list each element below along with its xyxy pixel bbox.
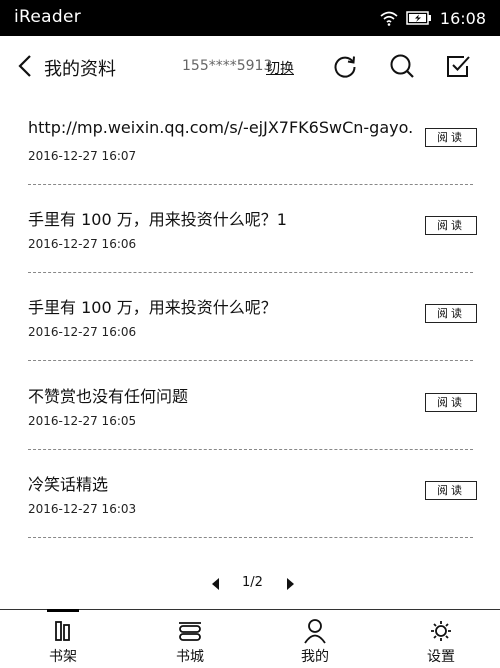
item-title: 不赞赏也没有任何问题: [28, 387, 189, 406]
list-item[interactable]: 手里有 100 万，用来投资什么呢？ 2016-12-27 16:06 阅读: [28, 272, 477, 361]
read-button[interactable]: 阅读: [425, 304, 477, 323]
switch-account-link[interactable]: 切换: [266, 58, 294, 78]
item-date: 2016-12-27 16:06: [28, 237, 137, 251]
refresh-icon[interactable]: [332, 53, 358, 79]
item-title: http://mp.weixin.qq.com/s/-ejJX7FK6SwCn-…: [28, 118, 414, 137]
next-page-icon[interactable]: [284, 577, 296, 591]
battery-icon: [406, 11, 431, 25]
settings-icon: [431, 621, 451, 641]
item-title: 冷笑话精选: [28, 475, 109, 494]
item-date: 2016-12-27 16:06: [28, 325, 137, 339]
tab-settings[interactable]: 设置: [401, 610, 481, 668]
account-number: 155****5913: [182, 58, 273, 74]
tab-bookstore[interactable]: 书城: [150, 610, 230, 668]
prev-page-icon[interactable]: [210, 577, 222, 591]
read-button[interactable]: 阅读: [425, 128, 477, 147]
read-button[interactable]: 阅读: [425, 393, 477, 412]
read-button[interactable]: 阅读: [425, 216, 477, 235]
tab-label: 设置: [427, 649, 455, 665]
list-item[interactable]: 冷笑话精选 2016-12-27 16:03 阅读: [28, 449, 477, 538]
read-button[interactable]: 阅读: [425, 481, 477, 500]
page-indicator: 1/2: [242, 575, 263, 590]
profile-icon: [304, 619, 326, 644]
status-icons: 16:08: [380, 6, 486, 30]
status-bar: iReader 16:08: [0, 0, 500, 36]
pagination: 1/2: [0, 574, 500, 594]
tab-bookshelf[interactable]: 书架: [23, 609, 103, 668]
select-icon[interactable]: [445, 53, 471, 79]
clock: 16:08: [439, 8, 486, 28]
wifi-icon: [380, 11, 398, 26]
item-title: 手里有 100 万，用来投资什么呢？1: [28, 210, 287, 229]
list-item[interactable]: http://mp.weixin.qq.com/s/-ejJX7FK6SwCn-…: [28, 96, 477, 185]
page-title: 我的资料: [44, 59, 116, 80]
item-date: 2016-12-27 16:03: [28, 502, 137, 516]
list-item[interactable]: 手里有 100 万，用来投资什么呢？1 2016-12-27 16:06 阅读: [28, 184, 477, 273]
bottom-tab-bar: 书架 书城 我的 设置: [0, 609, 500, 668]
app-name: iReader: [14, 7, 81, 27]
bookstore-icon: [179, 622, 201, 641]
list-item[interactable]: 不赞赏也没有任何问题 2016-12-27 16:05 阅读: [28, 361, 477, 450]
item-date: 2016-12-27 16:05: [28, 414, 137, 428]
item-date: 2016-12-27 16:07: [28, 149, 137, 163]
header: 我的资料 155****5913 切换: [0, 36, 500, 96]
tab-label: 我的: [301, 649, 329, 665]
tab-label: 书架: [49, 649, 77, 665]
item-title: 手里有 100 万，用来投资什么呢？: [28, 298, 277, 317]
tab-mine[interactable]: 我的: [275, 610, 355, 668]
search-icon[interactable]: [389, 53, 415, 79]
back-icon[interactable]: [16, 54, 38, 78]
bookshelf-icon: [55, 621, 70, 641]
tab-label: 书城: [176, 649, 204, 665]
